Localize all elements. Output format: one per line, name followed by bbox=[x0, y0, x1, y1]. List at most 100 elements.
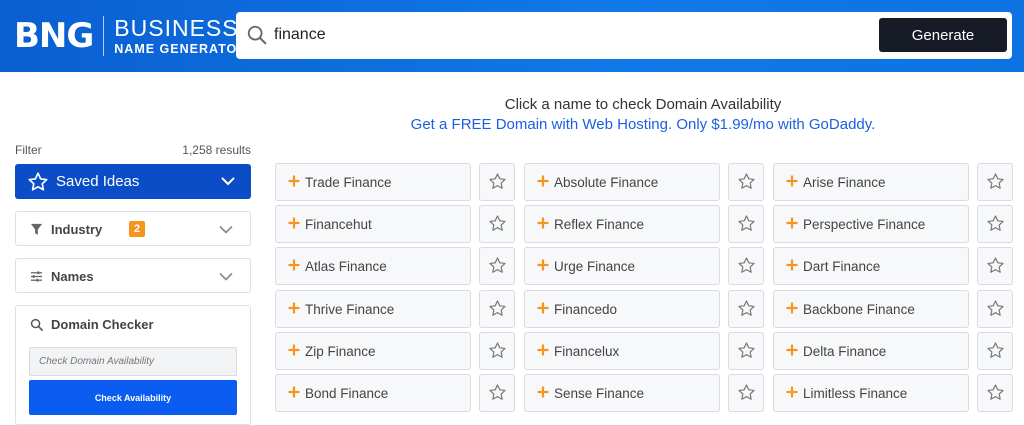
domain-checker-panel: Domain Checker Check Availability bbox=[15, 305, 251, 425]
plus-icon bbox=[288, 175, 300, 187]
save-star-button[interactable] bbox=[977, 374, 1013, 412]
search-input[interactable] bbox=[274, 20, 874, 50]
business-name: Urge Finance bbox=[554, 259, 636, 274]
plus-icon bbox=[537, 344, 549, 356]
business-name: Backbone Finance bbox=[803, 302, 915, 317]
names-filter[interactable]: Names bbox=[15, 258, 251, 293]
star-icon bbox=[987, 257, 1004, 273]
name-card[interactable]: Atlas Finance bbox=[275, 247, 471, 285]
name-card[interactable]: Dart Finance bbox=[773, 247, 969, 285]
save-star-button[interactable] bbox=[728, 374, 764, 412]
business-name: Perspective Finance bbox=[803, 217, 926, 232]
star-icon bbox=[28, 172, 48, 191]
business-name: Zip Finance bbox=[305, 344, 376, 359]
industry-label: Industry bbox=[51, 222, 103, 237]
name-card[interactable]: Absolute Finance bbox=[524, 163, 720, 201]
plus-icon bbox=[537, 259, 549, 271]
check-availability-button[interactable]: Check Availability bbox=[29, 380, 237, 415]
godaddy-promo-link[interactable]: Get a FREE Domain with Web Hosting. Only… bbox=[262, 116, 1024, 133]
logo-line-2: NAME GENERATOR bbox=[114, 41, 248, 56]
business-name: Arise Finance bbox=[803, 175, 886, 190]
star-icon bbox=[738, 384, 755, 400]
name-card[interactable]: Financelux bbox=[524, 332, 720, 370]
business-name: Dart Finance bbox=[803, 259, 881, 274]
save-star-button[interactable] bbox=[977, 247, 1013, 285]
save-star-button[interactable] bbox=[479, 374, 515, 412]
name-card[interactable]: Urge Finance bbox=[524, 247, 720, 285]
save-star-button[interactable] bbox=[977, 163, 1013, 201]
star-icon bbox=[738, 342, 755, 358]
save-star-button[interactable] bbox=[977, 290, 1013, 328]
star-icon bbox=[987, 300, 1004, 316]
name-card[interactable]: Zip Finance bbox=[275, 332, 471, 370]
name-card[interactable]: Backbone Finance bbox=[773, 290, 969, 328]
save-star-button[interactable] bbox=[728, 205, 764, 243]
name-card[interactable]: Financedo bbox=[524, 290, 720, 328]
business-name: Bond Finance bbox=[305, 386, 389, 401]
logo-line-1: BUSINESS bbox=[114, 14, 239, 41]
domain-input[interactable] bbox=[29, 347, 237, 376]
logo-divider bbox=[103, 16, 105, 56]
star-icon bbox=[489, 215, 506, 231]
name-card[interactable]: Trade Finance bbox=[275, 163, 471, 201]
plus-icon bbox=[537, 302, 549, 314]
plus-icon bbox=[288, 386, 300, 398]
save-star-button[interactable] bbox=[728, 247, 764, 285]
business-name: Financehut bbox=[305, 217, 372, 232]
logo-text: BUSINESS NAME GENERATOR bbox=[114, 14, 248, 56]
name-card[interactable]: Reflex Finance bbox=[524, 205, 720, 243]
star-icon bbox=[738, 215, 755, 231]
name-card[interactable]: Perspective Finance bbox=[773, 205, 969, 243]
plus-icon bbox=[786, 302, 798, 314]
star-icon bbox=[489, 384, 506, 400]
name-card[interactable]: Limitless Finance bbox=[773, 374, 969, 412]
save-star-button[interactable] bbox=[728, 290, 764, 328]
save-star-button[interactable] bbox=[479, 205, 515, 243]
name-card[interactable]: Bond Finance bbox=[275, 374, 471, 412]
save-star-button[interactable] bbox=[728, 163, 764, 201]
save-star-button[interactable] bbox=[728, 332, 764, 370]
generate-button[interactable]: Generate bbox=[879, 18, 1007, 52]
save-star-button[interactable] bbox=[977, 332, 1013, 370]
search-icon bbox=[247, 25, 267, 45]
plus-icon bbox=[288, 217, 300, 229]
saved-ideas-button[interactable]: Saved Ideas bbox=[15, 164, 251, 199]
star-icon bbox=[489, 257, 506, 273]
name-card[interactable]: Delta Finance bbox=[773, 332, 969, 370]
star-icon bbox=[738, 173, 755, 189]
search-box: Generate bbox=[236, 12, 1012, 59]
plus-icon bbox=[537, 217, 549, 229]
business-name: Trade Finance bbox=[305, 175, 392, 190]
industry-count-badge: 2 bbox=[129, 221, 145, 237]
funnel-icon bbox=[30, 223, 43, 235]
chevron-down-icon bbox=[219, 272, 233, 281]
search-icon bbox=[30, 318, 43, 331]
saved-ideas-label: Saved Ideas bbox=[56, 173, 140, 190]
plus-icon bbox=[288, 259, 300, 271]
name-card[interactable]: Thrive Finance bbox=[275, 290, 471, 328]
business-name: Reflex Finance bbox=[554, 217, 645, 232]
star-icon bbox=[738, 257, 755, 273]
logo[interactable]: BNG BUSINESS NAME GENERATOR bbox=[14, 14, 247, 58]
save-star-button[interactable] bbox=[977, 205, 1013, 243]
name-card[interactable]: Financehut bbox=[275, 205, 471, 243]
business-name: Sense Finance bbox=[554, 386, 645, 401]
name-card[interactable]: Arise Finance bbox=[773, 163, 969, 201]
save-star-button[interactable] bbox=[479, 163, 515, 201]
plus-icon bbox=[288, 344, 300, 356]
save-star-button[interactable] bbox=[479, 290, 515, 328]
names-label: Names bbox=[51, 269, 94, 284]
save-star-button[interactable] bbox=[479, 247, 515, 285]
name-card[interactable]: Sense Finance bbox=[524, 374, 720, 412]
filter-label: Filter bbox=[15, 143, 42, 157]
plus-icon bbox=[786, 217, 798, 229]
sliders-icon bbox=[30, 271, 43, 282]
business-name: Financedo bbox=[554, 302, 618, 317]
plus-icon bbox=[786, 175, 798, 187]
industry-filter[interactable]: Industry 2 bbox=[15, 211, 251, 246]
save-star-button[interactable] bbox=[479, 332, 515, 370]
domain-checker-label: Domain Checker bbox=[51, 317, 154, 332]
star-icon bbox=[738, 300, 755, 316]
logo-mark: BNG bbox=[14, 16, 94, 56]
plus-icon bbox=[537, 386, 549, 398]
